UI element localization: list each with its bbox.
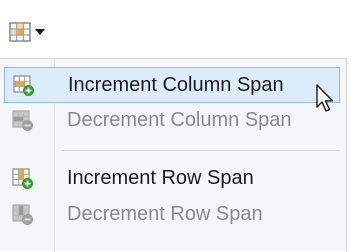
menu-item-label: Decrement Row Span	[67, 203, 263, 225]
menu-item-decrement-row-span[interactable]: Decrement Row Span	[4, 197, 340, 233]
table-span-icon	[9, 22, 31, 42]
menu-item-increment-column-span[interactable]: Increment Column Span	[4, 67, 340, 103]
menu-item-label: Increment Column Span	[68, 74, 284, 96]
menu-item-increment-row-span[interactable]: Increment Row Span	[4, 161, 340, 197]
add-column-span-icon	[13, 75, 34, 96]
menu-item-label: Decrement Column Span	[67, 109, 292, 131]
remove-column-span-icon	[12, 110, 33, 131]
add-row-span-icon	[12, 168, 33, 189]
menu-item-label: Increment Row Span	[67, 167, 254, 189]
table-span-dropdown-button[interactable]	[8, 14, 52, 50]
span-context-menu: Increment Column Span Decrement Column S…	[0, 58, 347, 252]
mouse-pointer-icon	[316, 84, 334, 112]
menu-item-decrement-column-span[interactable]: Decrement Column Span	[4, 103, 340, 139]
remove-row-span-icon	[12, 204, 33, 225]
dropdown-arrow-icon	[35, 29, 45, 35]
menu-separator	[62, 150, 340, 151]
